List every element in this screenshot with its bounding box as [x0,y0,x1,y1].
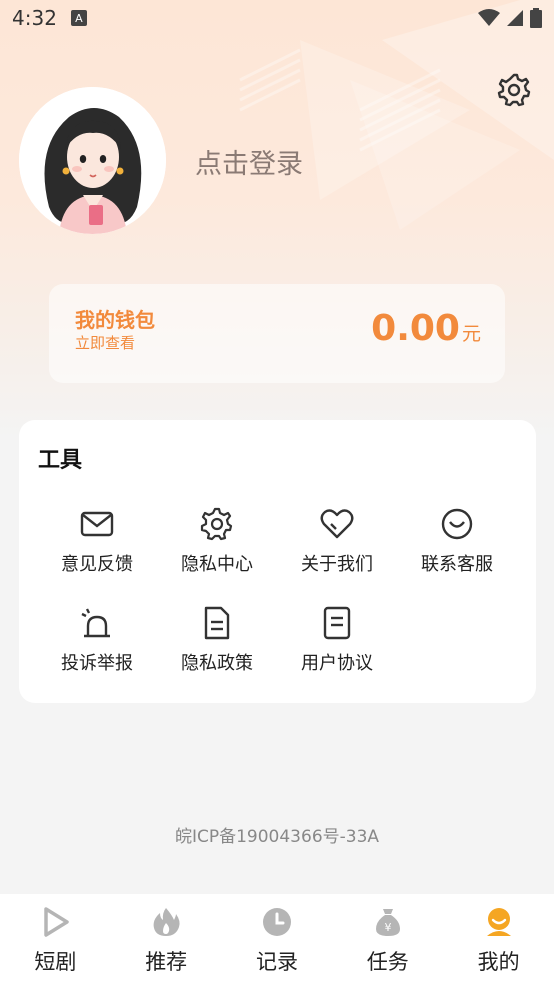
wallet-card[interactable]: 我的钱包 立即查看 0.00 元 [49,284,505,383]
tool-customer-service[interactable]: 联系客服 [397,506,517,586]
status-time: 4:32 [12,6,57,30]
tools-card: 工具 意见反馈 隐私中心 关于我们 联系客服 投诉举报 隐私政策 用户协议 [19,420,536,703]
tool-user-agreement[interactable]: 用户协议 [277,605,397,685]
tab-short-drama[interactable]: 短剧 [0,894,111,984]
tab-tasks[interactable]: ¥ 任务 [332,894,443,984]
gear-icon [497,73,531,107]
settings-button[interactable] [496,72,532,108]
flame-icon [153,908,180,936]
user-icon [486,908,511,936]
svg-text:¥: ¥ [384,921,391,934]
tool-privacy-policy[interactable]: 隐私政策 [157,605,277,685]
tool-label: 用户协议 [301,653,373,674]
tool-privacy-center[interactable]: 隐私中心 [157,506,277,586]
tool-label: 投诉举报 [61,653,133,674]
tool-report[interactable]: 投诉举报 [37,605,157,685]
tool-feedback[interactable]: 意见反馈 [37,506,157,586]
tool-label: 意见反馈 [61,554,133,575]
tab-label: 任务 [366,950,409,974]
tool-label: 关于我们 [301,554,373,575]
wallet-balance: 0.00 元 [371,308,481,349]
wallet-title: 我的钱包 [75,308,155,332]
tab-label: 推荐 [145,950,188,974]
smile-icon [441,508,473,540]
tool-about-us[interactable]: 关于我们 [277,506,397,586]
icp-record: 皖ICP备19004366号-33A [174,827,380,847]
document-icon [204,606,230,640]
mail-icon [80,511,114,537]
tab-label: 记录 [255,950,298,974]
tab-recommend[interactable]: 推荐 [111,894,222,984]
heart-icon [320,509,354,539]
notification-icon: A [70,10,87,26]
tool-label: 联系客服 [421,554,493,575]
tools-title: 工具 [38,448,83,473]
signal-icon [507,10,523,26]
wifi-icon [478,9,500,26]
note-icon [323,606,351,640]
battery-icon [530,8,542,28]
clock-icon [262,908,291,936]
wallet-unit: 元 [461,323,481,345]
avatar-illustration [19,87,166,234]
wallet-view-link[interactable]: 立即查看 [75,332,135,353]
status-bar: 4:32 A [0,0,554,36]
bottom-tab-bar: 短剧 推荐 记录 ¥ 任务 我的 [0,894,554,984]
wallet-amount: 0.00 [371,308,460,349]
tab-history[interactable]: 记录 [222,894,333,984]
tab-label: 短剧 [34,950,77,974]
money-bag-icon: ¥ [375,909,400,936]
tool-label: 隐私政策 [181,653,253,674]
play-icon [44,907,70,937]
avatar[interactable] [19,87,166,234]
tool-label: 隐私中心 [181,554,253,575]
tab-label: 我的 [477,950,520,974]
login-prompt[interactable]: 点击登录 [195,142,303,181]
tab-mine[interactable]: 我的 [443,894,554,984]
alarm-icon [81,608,110,638]
gear-icon [200,507,233,541]
